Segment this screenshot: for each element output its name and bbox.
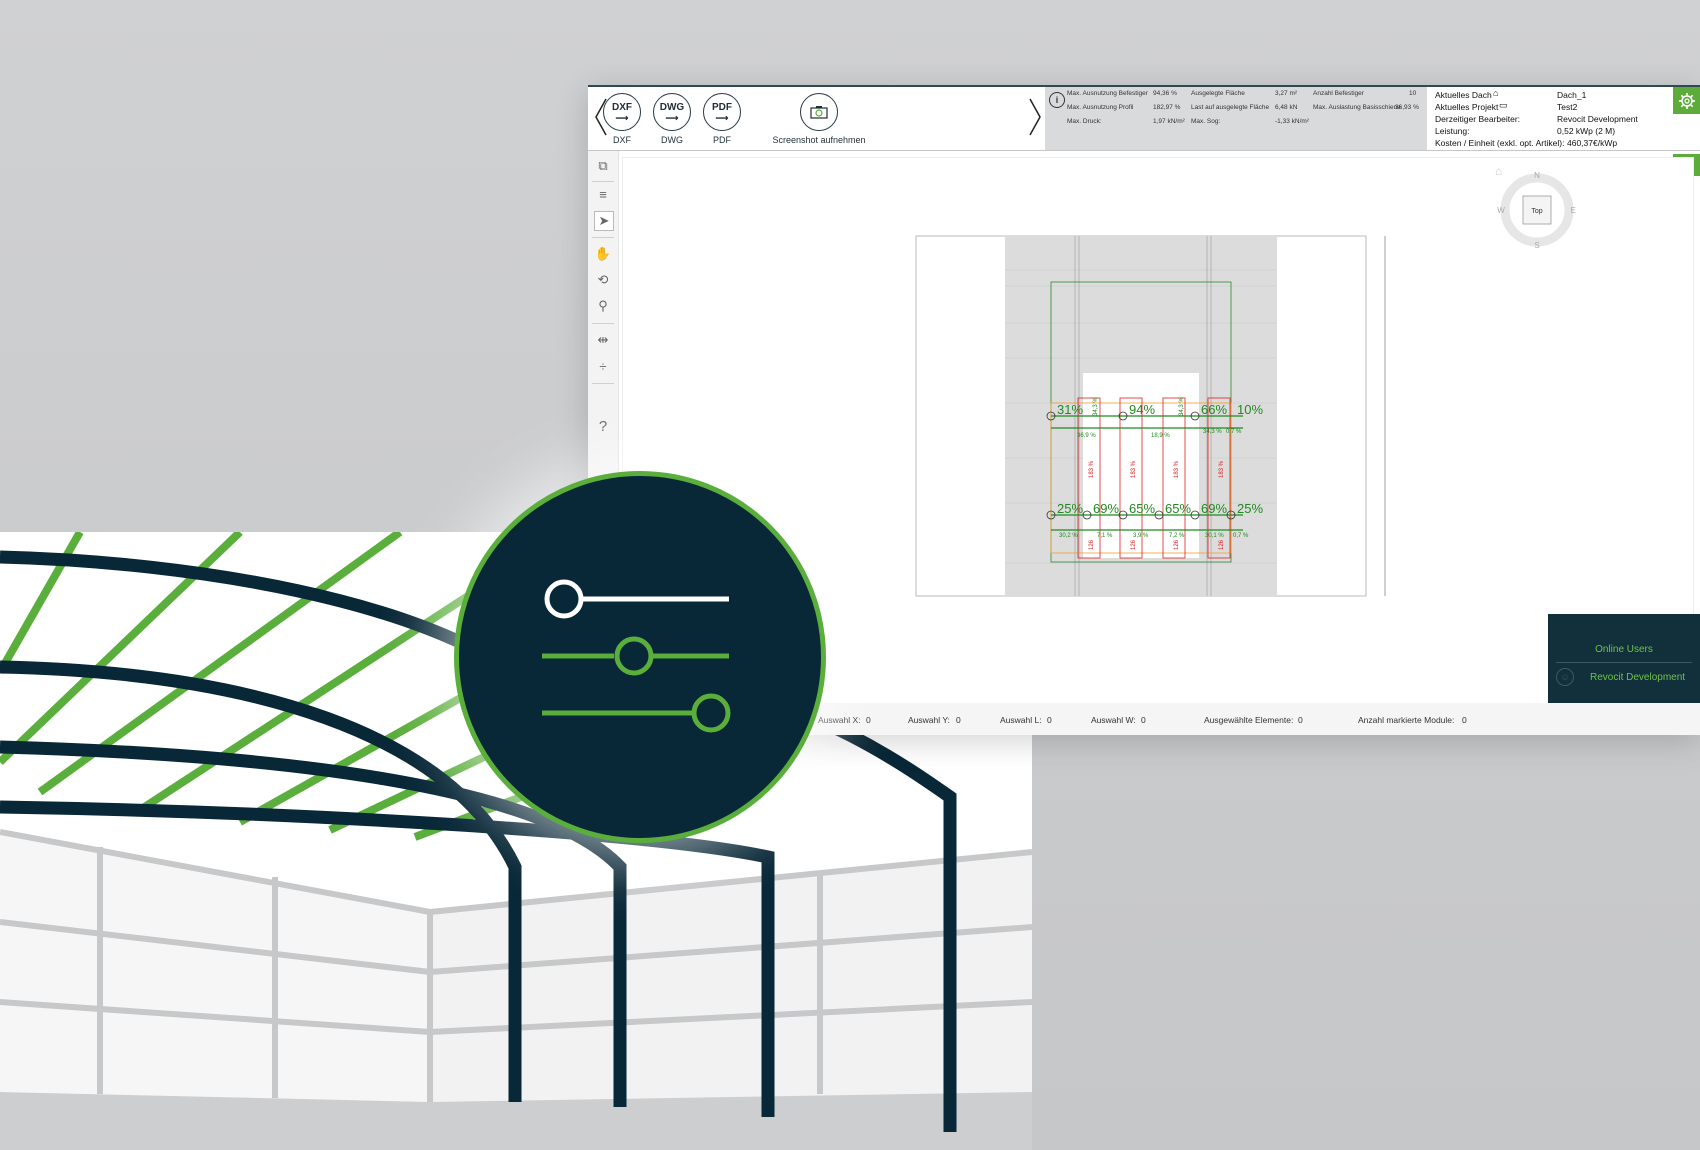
zoom-icon[interactable]: ⚲ [594, 297, 612, 315]
status-value: 0 [1462, 715, 1467, 725]
status-value: 0 [1141, 715, 1146, 725]
info-value: 36,93 % [1395, 104, 1419, 111]
gear-icon [1678, 92, 1695, 109]
info-value: 94,36 % [1153, 90, 1177, 97]
split-vertical-icon[interactable]: ÷ [594, 357, 612, 375]
status-value: 0 [866, 715, 871, 725]
measure-label: 126 [1219, 539, 1225, 550]
utilization-label: 25% [1237, 501, 1263, 516]
pdf-icon: PDF ⟶ [703, 93, 741, 131]
split-horizontal-icon[interactable]: ⇹ [594, 331, 612, 349]
info-label: Ausgelegte Fläche [1191, 90, 1245, 97]
info-label: Max. Ausnutzung Befestiger [1067, 90, 1148, 97]
measure-label: 34,3 % [1179, 397, 1185, 416]
utilization-label: 69% [1201, 501, 1227, 516]
measure-label: 34,3 % [1093, 397, 1099, 416]
info-value: 1,97 kN/m² [1153, 118, 1185, 125]
info-icon[interactable]: i [1049, 92, 1065, 108]
project-label: Leistung: [1435, 126, 1470, 136]
user-avatar-icon: ☺ [1556, 668, 1574, 686]
project-label: Aktuelles Dach [1435, 90, 1492, 100]
utilization-label: 31% [1057, 402, 1083, 417]
layers-icon[interactable]: ⧉ [594, 157, 612, 175]
project-value: Revocit Development [1557, 114, 1638, 124]
measure-label: 126 [1089, 539, 1095, 550]
folder-icon: ▭ [1499, 100, 1508, 110]
status-label: Auswahl W: [1091, 715, 1136, 725]
project-panel: Aktuelles Dach ⌂ Dach_1 Aktuelles Projek… [1431, 87, 1661, 150]
settings-button[interactable] [1673, 87, 1700, 114]
dwg-icon: DWG ⟶ [653, 93, 691, 131]
next-arrow-icon[interactable] [1026, 97, 1044, 137]
measure-label: 183 % [1174, 460, 1180, 478]
hand-pan-icon[interactable]: ✋ [594, 245, 612, 263]
measure-label: 7,1 % [1097, 533, 1113, 539]
info-value: 6,48 kN [1275, 104, 1298, 111]
info-panel: i Max. Ausnutzung Befestiger 94,36 % Max… [1045, 87, 1427, 150]
roof-icon: ⌂ [1493, 88, 1499, 98]
info-value: 10 [1409, 90, 1417, 97]
measure-label: 30,2 % [1059, 533, 1078, 539]
measure-label: 3,9 % [1133, 533, 1149, 539]
utilization-label: 10% [1237, 402, 1263, 417]
rotate-icon[interactable]: ⟲ [594, 271, 612, 289]
sliders-icon [542, 579, 731, 733]
status-label: Auswahl L: [1000, 715, 1042, 725]
info-value: -1,33 kN/m² [1275, 118, 1309, 125]
status-label: Auswahl X: [818, 715, 861, 725]
toolbar: DXF ⟶ DXF DWG ⟶ DWG PDF ⟶ PDF Screenshot au… [588, 87, 1700, 151]
online-users-title: Online Users [1595, 644, 1653, 655]
measure-label: 126 [1131, 539, 1137, 550]
utilization-label: 25% [1057, 501, 1083, 516]
measure-label: 0,7 % [1233, 533, 1249, 539]
project-label: Derzeitiger Bearbeiter: [1435, 114, 1521, 124]
status-label: Anzahl markierte Module: [1358, 715, 1455, 725]
utilization-label: 69% [1093, 501, 1119, 516]
online-users-panel: Online Users ☺ Revocit Development [1548, 614, 1700, 706]
status-label: Auswahl Y: [908, 715, 950, 725]
measure-label: 183 % [1219, 460, 1225, 478]
list-icon[interactable]: ≡ [594, 185, 612, 203]
status-value: 0 [1298, 715, 1303, 725]
info-value: 182,97 % [1153, 104, 1181, 111]
info-label: Max. Ausnutzung Profil [1067, 104, 1134, 111]
project-value: Dach_1 [1557, 90, 1587, 100]
utilization-label: 66% [1201, 402, 1227, 417]
info-label: Max. Druck: [1067, 118, 1102, 125]
measure-label: 183 % [1131, 460, 1137, 478]
screenshot-button[interactable]: Screenshot aufnehmen [764, 93, 874, 145]
pdf-export-button[interactable]: PDF ⟶ PDF [692, 93, 752, 145]
select-tool-icon[interactable]: ➤ [594, 211, 614, 231]
online-user-name[interactable]: Revocit Development [1590, 672, 1685, 683]
help-icon[interactable]: ? [594, 417, 612, 435]
utilization-label: 65% [1165, 501, 1191, 516]
info-value: 3,27 m² [1275, 90, 1298, 97]
info-label: Max. Sog: [1191, 118, 1221, 125]
info-label: Anzahl Befestiger [1313, 90, 1364, 97]
measure-label: 0,7 % [1226, 429, 1242, 435]
project-value: 460,37€/kWp [1567, 138, 1618, 148]
utilization-label: 65% [1129, 501, 1155, 516]
info-label: Last auf ausgelegte Fläche [1191, 104, 1270, 111]
settings-sliders-badge [454, 471, 826, 843]
measure-label: 183 % [1089, 460, 1095, 478]
project-value: 0,52 kWp (2 M) [1557, 126, 1616, 136]
status-value: 0 [956, 715, 961, 725]
camera-icon [800, 93, 838, 131]
utilization-label: 94% [1129, 402, 1155, 417]
measure-label: 34,3 % [1203, 429, 1222, 435]
project-label: Aktuelles Projekt [1435, 102, 1499, 112]
measure-label: 36,9 % [1077, 433, 1096, 439]
measure-label: 126 [1174, 539, 1180, 550]
info-label: Max. Auslastung Basisschiene [1313, 104, 1401, 111]
project-value: Test2 [1557, 102, 1578, 112]
dxf-icon: DXF ⟶ [603, 93, 641, 131]
measure-label: 18,9 % [1151, 433, 1170, 439]
status-value: 0 [1047, 715, 1052, 725]
measure-label: 30,1 % [1205, 533, 1224, 539]
measure-label: 7,2 % [1169, 533, 1185, 539]
status-label: Ausgewählte Elemente: [1204, 715, 1294, 725]
project-label: Kosten / Einheit (exkl. opt. Artikel): [1435, 138, 1565, 148]
